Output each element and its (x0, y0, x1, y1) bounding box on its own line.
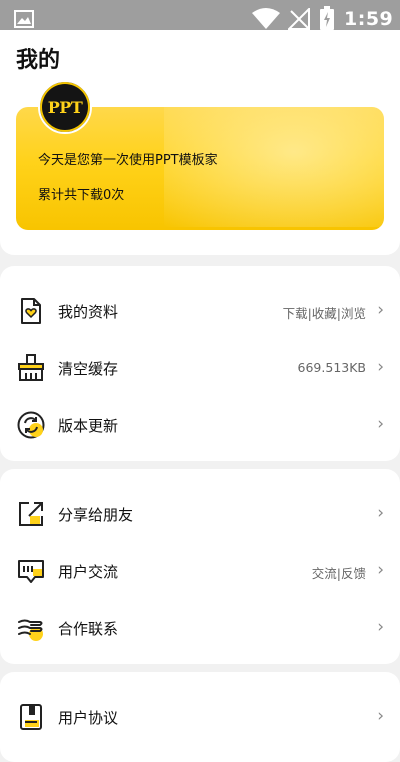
chevron-right-icon: › (377, 357, 384, 377)
chevron-right-icon: › (377, 617, 384, 637)
broom-icon (18, 354, 44, 381)
menu-item-label: 分享给朋友 (58, 506, 134, 524)
chevron-right-icon: › (377, 414, 384, 434)
menu-item-user-agreement[interactable]: 用户协议 › (0, 688, 400, 745)
menu-group-1: 我的资料 下载|收藏|浏览 › 清空缓存 669.513KB › 版本更新 › (0, 266, 400, 461)
menu-item-label: 版本更新 (58, 417, 119, 435)
no-signal-icon (288, 8, 310, 30)
menu-item-label: 我的资料 (58, 303, 119, 321)
app-logo-avatar[interactable]: PPT (38, 80, 92, 134)
menu-item-label: 清空缓存 (58, 360, 119, 378)
menu-item-label: 用户交流 (58, 563, 119, 581)
profile-card: 我的 今天是您第一次使用PPT模板家 累计共下载0次 PPT (0, 30, 400, 255)
menu-item-user-community[interactable]: 用户交流 交流|反馈 › (0, 542, 400, 599)
battery-icon (320, 6, 334, 30)
wifi-icon (252, 8, 280, 29)
menu-item-detail: 交流|反馈 (311, 566, 366, 581)
document-icon (21, 298, 41, 324)
menu-item-label: 用户协议 (58, 709, 119, 727)
menu-item-cooperation[interactable]: 合作联系 › (0, 599, 400, 656)
chat-icon (18, 560, 44, 583)
menu-group-2: 分享给朋友 › 用户交流 交流|反馈 › 合作联系 › (0, 469, 400, 664)
refresh-icon (17, 411, 45, 439)
menu-item-detail: 669.513KB (297, 360, 366, 375)
status-time: 1:59 (344, 8, 394, 30)
chevron-right-icon: › (377, 706, 384, 726)
chevron-right-icon: › (377, 503, 384, 523)
page-title: 我的 (16, 48, 61, 73)
image-icon (14, 10, 34, 28)
banner-download-count: 累计共下载0次 (38, 188, 125, 203)
menu-item-my-profile[interactable]: 我的资料 下载|收藏|浏览 › (0, 282, 400, 339)
menu-item-label: 合作联系 (58, 620, 119, 638)
menu-item-share[interactable]: 分享给朋友 › (0, 485, 400, 542)
share-icon (19, 502, 43, 526)
menu-group-3: 用户协议 › (0, 672, 400, 762)
menu-item-clear-cache[interactable]: 清空缓存 669.513KB › (0, 339, 400, 396)
menu-item-version-update[interactable]: 版本更新 › (0, 396, 400, 453)
banner-first-use-text: 今天是您第一次使用PPT模板家 (38, 153, 218, 168)
handshake-icon (18, 619, 43, 641)
agreement-icon (20, 704, 42, 730)
chevron-right-icon: › (377, 300, 384, 320)
menu-item-detail: 下载|收藏|浏览 (282, 306, 366, 321)
chevron-right-icon: › (377, 560, 384, 580)
